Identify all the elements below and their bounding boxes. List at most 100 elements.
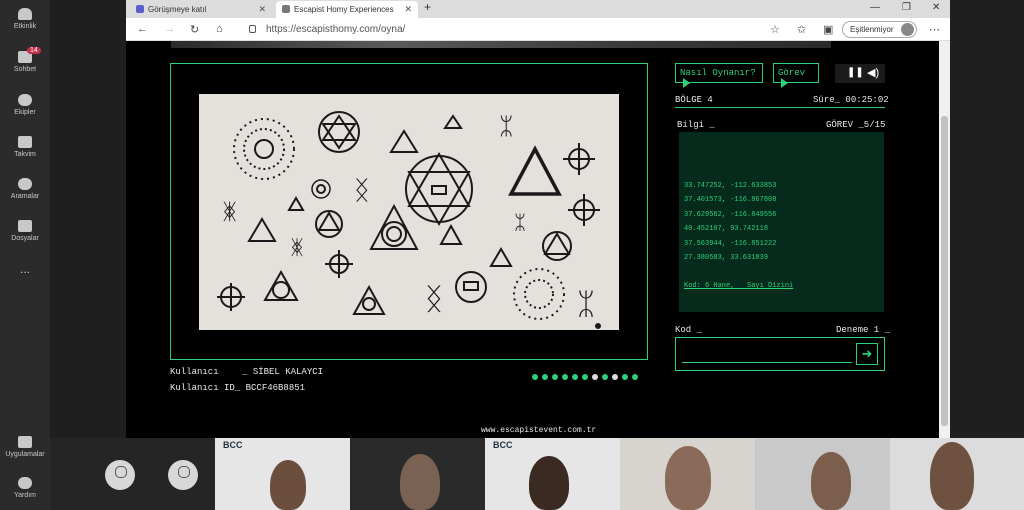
rail-item-activity[interactable]: Etkinlik — [0, 8, 50, 30]
scrollbar-thumb[interactable] — [941, 116, 948, 426]
favorites-icon[interactable]: ✩ — [797, 23, 806, 36]
teams-app-rail: Etkinlik 14 Sohbet Ekipler Takvim Aramal… — [0, 0, 50, 510]
url-field[interactable]: https://escapisthomy.com/oyna/ — [244, 21, 756, 38]
unread-badge: 14 — [27, 47, 41, 54]
file-icon — [18, 220, 32, 232]
info-panel: 33.747252, -112.633853 37.401573, -116.8… — [679, 132, 884, 312]
participant-person — [930, 442, 974, 510]
participant-video[interactable] — [350, 438, 485, 510]
menu-icon[interactable]: ⋯ — [929, 23, 940, 36]
rail-item-help[interactable]: Yardım — [0, 477, 50, 499]
footer-url: www.escapistevent.com.tr — [481, 426, 597, 435]
participant-avatar[interactable] — [105, 460, 135, 490]
close-icon[interactable]: ✕ — [258, 4, 266, 15]
rail-item-more[interactable]: ... — [0, 262, 50, 276]
svg-text:ᛯ: ᛯ — [499, 112, 513, 140]
more-icon: ... — [19, 262, 30, 276]
timer-label: Süre_ — [813, 95, 841, 105]
participant-video[interactable] — [890, 438, 1024, 510]
svg-text:ᛯ: ᛯ — [514, 210, 526, 234]
meeting-participants: BCC BCC — [50, 438, 1024, 510]
tab-escapist[interactable]: Escapist Homy Experiences ✕ — [276, 1, 418, 18]
browser-window: Görüşmeye katıl ✕ Escapist Homy Experien… — [126, 0, 950, 438]
task-button[interactable]: Görev — [773, 63, 819, 88]
header-banner — [171, 41, 831, 48]
participant-video[interactable] — [755, 438, 890, 510]
address-bar: ← → ↻ ⌂ https://escapisthomy.com/oyna/ ☆… — [126, 18, 950, 41]
rail-item-label: Takvim — [14, 151, 36, 158]
coordinate-line: 37.401573, -116.867808 — [684, 196, 777, 204]
page-scrollbar[interactable] — [939, 41, 950, 438]
participant-video[interactable]: BCC — [485, 438, 620, 510]
rail-item-apps[interactable]: Uygulamalar — [0, 436, 50, 458]
rail-item-chat[interactable]: 14 Sohbet — [0, 47, 50, 73]
participant-video[interactable]: BCC — [215, 438, 350, 510]
tab-title: Escapist Homy Experiences — [294, 5, 394, 14]
play-icon — [781, 78, 788, 88]
code-hint: Kod: 6 Hane, Sayı Dizini — [684, 282, 794, 290]
volume-icon[interactable]: ◀) — [867, 66, 879, 79]
coordinate-line: 37.629562, -116.849556 — [684, 211, 777, 219]
teams-icon — [136, 5, 144, 13]
new-tab-button[interactable]: + — [424, 0, 431, 14]
rail-item-teams[interactable]: Ekipler — [0, 94, 50, 116]
rail-item-calendar[interactable]: Takvim — [0, 136, 50, 158]
user-label: Kullanıcı — [170, 367, 219, 377]
teams-background — [950, 0, 1024, 438]
company-logo: BCC — [223, 440, 243, 450]
tab-title: Görüşmeye katıl — [148, 5, 207, 14]
home-icon[interactable]: ⌂ — [216, 23, 223, 35]
timer-value: 00:25:02 — [845, 95, 889, 105]
user-id: BCCF46B8851 — [245, 383, 306, 393]
progress-dots — [532, 367, 642, 385]
coordinate-line: 33.747252, -112.633853 — [684, 182, 777, 190]
profile-status: Eşitlenmiyor — [850, 25, 894, 34]
progress-dot — [562, 374, 568, 380]
favorite-star-icon[interactable]: ☆ — [770, 23, 780, 36]
user-id-label: Kullanıcı ID_ — [170, 383, 241, 393]
coordinate-line: 40.452107, 93.742118 — [684, 225, 769, 233]
game-screen: ᛯ ᛝ ᛤ ᛤ ᛯ ᛝ ᛯ Kullanıcı _ SİBEL KALAYCI … — [126, 41, 939, 438]
rail-item-label: Etkinlik — [13, 23, 37, 30]
participant-video[interactable] — [620, 438, 755, 510]
rail-item-label: Aramalar — [10, 193, 40, 200]
puzzle-frame: ᛯ ᛝ ᛤ ᛤ ᛯ ᛝ ᛯ — [170, 63, 648, 360]
coordinate-line: 37.563944, -116.851222 — [684, 240, 777, 248]
progress-dot — [572, 374, 578, 380]
code-input[interactable] — [682, 362, 852, 363]
participant-avatar[interactable] — [168, 460, 198, 490]
arrow-right-icon: ➜ — [861, 346, 873, 361]
maximize-button[interactable]: ❐ — [902, 2, 911, 13]
symbol-puzzle-image[interactable]: ᛯ ᛝ ᛤ ᛤ ᛯ ᛝ ᛯ — [199, 94, 619, 330]
code-entry: ➜ — [675, 337, 885, 371]
progress-dot — [602, 374, 608, 380]
task-label: Görev — [778, 68, 806, 78]
info-label: Bilgi _ — [677, 120, 715, 130]
submit-button[interactable]: ➜ — [856, 343, 878, 365]
tab-meeting[interactable]: Görüşmeye katıl ✕ — [130, 1, 272, 18]
company-logo: BCC — [493, 440, 513, 450]
calendar-icon — [18, 136, 32, 148]
refresh-icon[interactable]: ↻ — [190, 23, 199, 36]
close-window-button[interactable]: ✕ — [932, 2, 940, 13]
play-icon — [683, 78, 690, 88]
progress-dot — [552, 374, 558, 380]
pause-icon[interactable]: ❚❚ — [847, 67, 864, 78]
user-name: _ SİBEL KALAYCI — [242, 367, 324, 377]
rail-item-files[interactable]: Dosyalar — [0, 220, 50, 242]
rail-item-label: Dosyalar — [11, 235, 39, 242]
minimize-button[interactable]: — — [870, 2, 880, 13]
rail-item-label: Uygulamalar — [5, 451, 45, 458]
how-to-play-button[interactable]: Nasıl Oynanır? — [675, 63, 763, 88]
forward-icon[interactable]: → — [164, 23, 175, 35]
close-icon[interactable]: ✕ — [404, 4, 412, 15]
profile-button[interactable]: Eşitlenmiyor — [842, 21, 917, 38]
lock-icon — [249, 25, 256, 33]
avatar — [900, 23, 914, 36]
apps-icon — [18, 436, 32, 448]
back-icon[interactable]: ← — [137, 23, 148, 35]
progress-dot — [542, 374, 548, 380]
collections-icon[interactable]: ▣ — [823, 23, 833, 36]
code-label: Kod _ — [675, 325, 703, 335]
rail-item-calls[interactable]: Aramalar — [0, 178, 50, 200]
